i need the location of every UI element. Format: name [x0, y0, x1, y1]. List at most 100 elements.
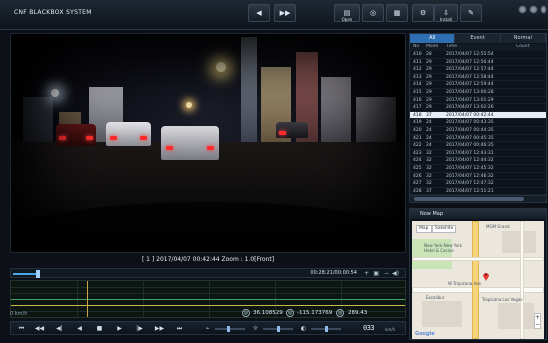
tab-all[interactable]: All [410, 34, 456, 43]
map-logo: Google [415, 331, 435, 337]
tools-button[interactable]: ✎ [460, 4, 482, 22]
speed-readout: 0 km/h [10, 311, 28, 317]
col-count[interactable]: Count [516, 44, 546, 51]
install-button[interactable]: ⇩ Install [434, 4, 458, 22]
cell-time: 2017/04/07 12:57:44 [446, 67, 494, 73]
table-row[interactable]: 412 29 2017/04/07 12:57:44 [410, 66, 546, 74]
next-frame-icon[interactable]: |▶ [133, 323, 146, 334]
cell-time: 2017/04/07 12:51:21 [446, 188, 494, 194]
first-file-icon[interactable]: ⏮ [15, 323, 28, 334]
cell-time: 2017/04/07 00:45:35 [446, 135, 494, 141]
print-button[interactable]: ▦ [386, 4, 408, 22]
add-icon[interactable]: + [364, 270, 369, 277]
table-row[interactable]: 425 32 2017/04/07 12:45:32 [410, 165, 546, 173]
table-row[interactable]: 420 24 2017/04/07 00:44:35 [410, 127, 546, 135]
speed-slider-handle[interactable] [227, 326, 230, 332]
cell-time: 2017/04/07 12:46:32 [446, 173, 494, 179]
cell-no: 424 [413, 158, 422, 164]
table-row[interactable]: 422 24 2017/04/07 00:46:35 [410, 142, 546, 150]
contrast-slider-handle[interactable] [325, 326, 328, 332]
map-label: Excalibur [426, 295, 445, 300]
volume-icon[interactable]: ◀) [392, 270, 399, 277]
table-row[interactable]: 426 32 2017/04/07 12:46:32 [410, 173, 546, 181]
video-caption: [ 1 ] 2017/04/07 00:42:44 Zoom : 1.0[Fro… [141, 256, 275, 263]
cell-no: 427 [413, 181, 422, 187]
table-row[interactable]: 427 32 2017/04/07 12:47:32 [410, 180, 546, 188]
next-file-button[interactable]: ▶▶ [274, 4, 296, 22]
open-button-label: Open [341, 17, 353, 22]
cell-count [516, 89, 546, 96]
tab-normal[interactable]: Normal [500, 34, 546, 43]
zoom-in-icon[interactable]: + [535, 314, 540, 321]
tab-event[interactable]: Event [455, 34, 501, 43]
horizontal-scrollbar[interactable] [410, 195, 546, 202]
table-row[interactable]: 413 29 2017/04/07 12:58:44 [410, 74, 546, 82]
cell-time: 2017/04/07 13:02:26 [446, 105, 494, 111]
map-view[interactable]: Map Satellite MGM Grand New York-New Yor… [412, 221, 544, 339]
table-row[interactable]: 416 29 2017/04/07 13:01:29 [410, 97, 546, 105]
open-button[interactable]: ▤ Open [334, 4, 360, 22]
table-row[interactable]: 414 29 2017/04/07 12:59:44 [410, 81, 546, 89]
map-street [412, 257, 544, 261]
table-row[interactable]: 423 32 2017/04/07 12:43:31 [410, 150, 546, 158]
col-mode[interactable]: Mode [426, 44, 446, 51]
minimize-button[interactable] [518, 5, 527, 14]
cell-mode: 24 [426, 120, 432, 126]
rewind-icon[interactable]: ◀◀ [33, 323, 46, 334]
seek-handle[interactable] [36, 270, 41, 278]
table-row[interactable]: 419 24 2017/04/07 00:43:35 [410, 119, 546, 127]
cell-no: 417 [413, 105, 422, 111]
cell-count [516, 180, 546, 187]
cell-mode: 32 [426, 158, 432, 164]
capture-button[interactable]: ◎ [362, 4, 384, 22]
prev-file-icon: ◀ [256, 9, 262, 17]
play-icon[interactable]: ▶ [113, 323, 126, 334]
cell-count [516, 165, 546, 172]
cell-no: 423 [413, 150, 422, 156]
fast-forward-icon[interactable]: ▶▶ [153, 323, 166, 334]
scrollbar-thumb[interactable] [414, 197, 524, 201]
zoom-out-icon[interactable]: − [535, 321, 540, 328]
satellite-type-button[interactable]: Satellite [432, 225, 457, 233]
tools-icon: ✎ [468, 9, 474, 17]
cell-time: 2017/04/07 12:44:32 [446, 158, 494, 164]
map-street-major [472, 221, 479, 339]
brightness-slider-handle[interactable] [277, 326, 280, 332]
grid-line [11, 287, 405, 288]
print-icon: ▦ [393, 9, 401, 17]
cell-count [516, 97, 546, 104]
col-no[interactable]: No [410, 44, 426, 51]
zoom-control[interactable]: + − [534, 313, 541, 329]
table-row[interactable]: 417 29 2017/04/07 13:02:26 [410, 104, 546, 112]
playback-controls: ⏮ ◀◀ ◀| ◀ ■ ▶ |▶ ▶▶ ⏭ ⌁ ☼ ◐ 033 km/h [10, 321, 406, 335]
snapshot-icon[interactable]: ▣ [373, 270, 379, 277]
seek-bar[interactable]: 00:28:21/00:00:54 + ▣ − ◀) [10, 268, 406, 278]
cell-no: 416 [413, 97, 422, 103]
settings-button[interactable]: ⚙ [412, 4, 434, 22]
prev-file-button[interactable]: ◀ [248, 4, 270, 22]
contrast-slider[interactable] [311, 326, 341, 332]
maximize-button[interactable] [529, 5, 538, 14]
table-row[interactable]: 424 32 2017/04/07 12:44:32 [410, 157, 546, 165]
brightness-slider[interactable] [263, 326, 293, 332]
last-file-icon[interactable]: ⏭ [173, 323, 186, 334]
minus-icon[interactable]: − [384, 270, 389, 277]
map-street [520, 221, 524, 339]
table-row[interactable]: 421 24 2017/04/07 00:45:35 [410, 135, 546, 143]
table-row[interactable]: 410 28 2017/04/07 12:55:54 [410, 51, 546, 59]
cell-mode: 24 [426, 135, 432, 141]
table-row[interactable]: 411 29 2017/04/07 12:56:44 [410, 59, 546, 67]
install-button-label: Install [439, 17, 453, 22]
step-back-icon[interactable]: ◀| [53, 323, 66, 334]
table-row[interactable]: 415 29 2017/04/07 13:00:28 [410, 89, 546, 97]
cell-mode: 29 [426, 89, 432, 95]
table-row[interactable]: 418 37 2017/04/07 00:42:44 [410, 111, 546, 120]
close-button[interactable] [540, 5, 547, 14]
blackbox-player-window: CNF BLACKBOX SYSTEM ◀ ▶▶ ▤ Open ◎ ▦ ⚙ ⇩ … [0, 0, 548, 343]
video-viewport[interactable] [10, 33, 406, 253]
stop-icon[interactable]: ■ [93, 323, 106, 334]
map-type-button[interactable]: Map [416, 225, 432, 233]
speed-slider[interactable] [215, 326, 245, 332]
col-time[interactable]: Time [446, 44, 516, 51]
prev-frame-icon[interactable]: ◀ [73, 323, 86, 334]
